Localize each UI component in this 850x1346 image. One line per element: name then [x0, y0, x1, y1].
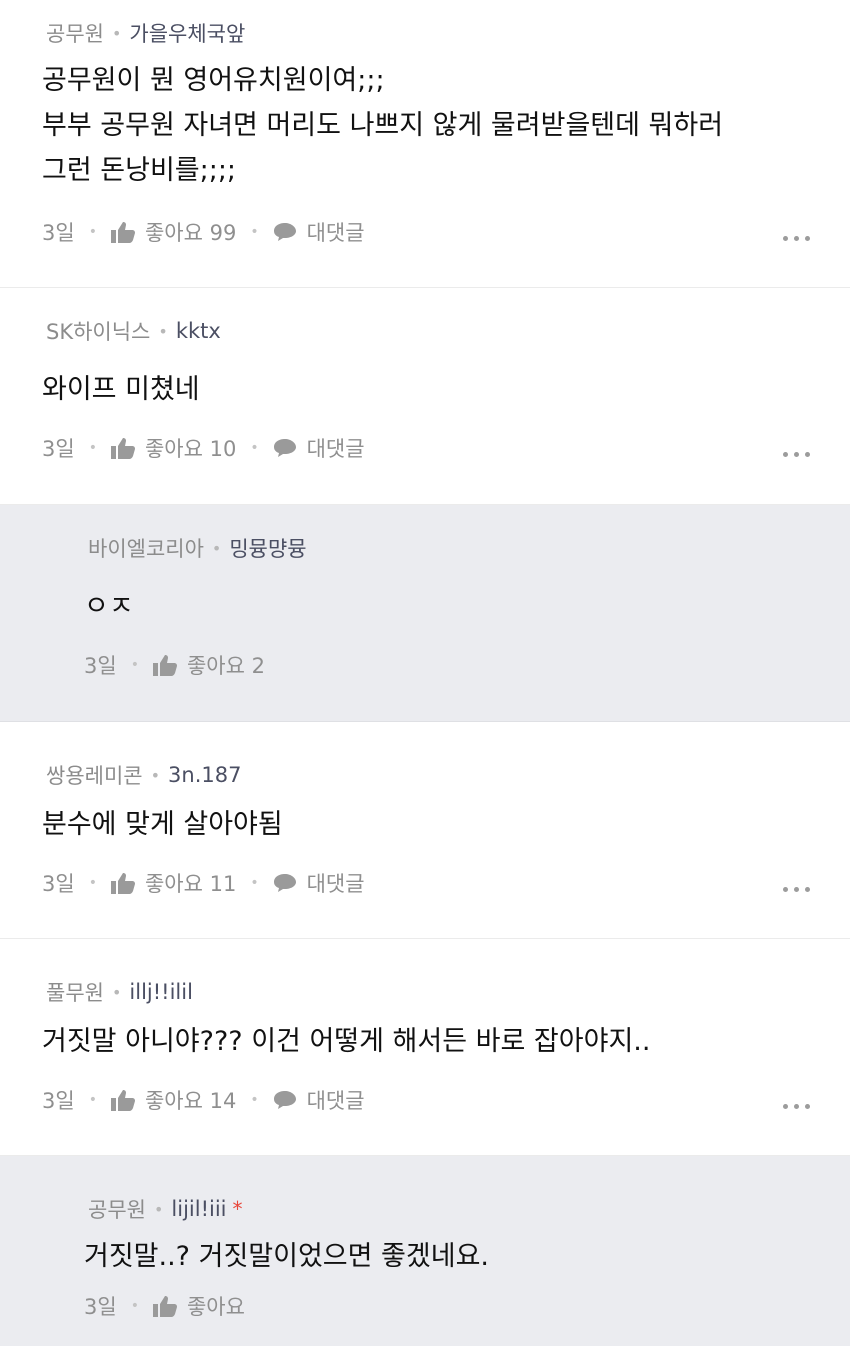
- like-button[interactable]: 좋아요: [187, 1291, 245, 1321]
- reply-button[interactable]: 대댓글: [307, 1085, 365, 1115]
- like-button[interactable]: 좋아요 14: [145, 1085, 236, 1115]
- meta-separator: •: [211, 538, 222, 558]
- comment-nickname[interactable]: 3n.187: [168, 763, 241, 787]
- comment-nickname[interactable]: lijil!iii: [171, 1197, 226, 1221]
- comment-body: 거짓말 아니야??? 이건 어떻게 해서든 바로 잡아야지..: [42, 1026, 651, 1057]
- reply-button[interactable]: 대댓글: [307, 433, 365, 463]
- meta-separator: •: [111, 982, 122, 1002]
- meta-separator: •: [88, 875, 97, 891]
- comment-time: 3일: [84, 1295, 117, 1319]
- meta-separator: •: [88, 224, 97, 240]
- more-dots-icon[interactable]: [783, 452, 810, 457]
- author-badge: *: [232, 1197, 243, 1221]
- comment-body: 공무원이 뭔 영어유치원이여;;; 부부 공무원 자녀면 머리도 나쁘지 않게 …: [42, 65, 724, 186]
- meta-separator: •: [130, 657, 139, 673]
- meta-separator: •: [250, 875, 259, 891]
- like-button[interactable]: 좋아요 10: [145, 433, 236, 463]
- meta-separator: •: [250, 224, 259, 240]
- thumbs-up-icon[interactable]: [152, 1295, 177, 1317]
- thumbs-up-icon[interactable]: [110, 872, 135, 894]
- thumbs-up-icon[interactable]: [110, 437, 135, 459]
- speech-bubble-icon[interactable]: [273, 1089, 297, 1111]
- comment-company: 풀무원: [46, 981, 104, 1005]
- comment-time: 3일: [84, 654, 117, 678]
- comment-nickname[interactable]: 가을우체국앞: [129, 18, 245, 48]
- thumbs-up-icon[interactable]: [110, 1089, 135, 1111]
- comment-time: 3일: [42, 872, 75, 896]
- meta-separator: •: [88, 440, 97, 456]
- meta-separator: •: [130, 1298, 139, 1314]
- reply-item: 바이엘코리아 • 밍뮹먕뮹 ㅇㅈ 3일 • 좋아요 2: [0, 505, 850, 722]
- meta-separator: •: [111, 23, 122, 43]
- speech-bubble-icon[interactable]: [273, 221, 297, 243]
- more-dots-icon[interactable]: [783, 1104, 810, 1109]
- comment-body: 분수에 맞게 살아야됨: [42, 809, 283, 840]
- meta-separator: •: [250, 1092, 259, 1108]
- comment-item: 공무원 • 가을우체국앞 공무원이 뭔 영어유치원이여;;; 부부 공무원 자녀…: [0, 0, 850, 288]
- comment-item: 풀무원 • illj!!ilil 거짓말 아니야??? 이건 어떻게 해서든 바…: [0, 939, 850, 1156]
- comment-company: 공무원: [46, 22, 104, 46]
- more-dots-icon[interactable]: [783, 236, 810, 241]
- speech-bubble-icon[interactable]: [273, 872, 297, 894]
- comment-nickname[interactable]: kktx: [176, 319, 221, 343]
- meta-separator: •: [153, 1199, 164, 1219]
- reply-button[interactable]: 대댓글: [307, 868, 365, 898]
- meta-separator: •: [158, 321, 168, 341]
- meta-separator: •: [150, 765, 161, 785]
- thumbs-up-icon[interactable]: [110, 221, 135, 243]
- comment-company: SK하이닉스: [46, 320, 151, 344]
- comment-item: SK하이닉스 • kktx 와이프 미쳤네 3일 • 좋아요 10 • 대댓글: [0, 288, 850, 505]
- reply-button[interactable]: 대댓글: [307, 217, 365, 247]
- comment-time: 3일: [42, 437, 75, 461]
- comment-company: 공무원: [88, 1198, 146, 1222]
- comment-body: 와이프 미쳤네: [42, 374, 200, 405]
- reply-item: 공무원 • lijil!iii * 거짓말..? 거짓말이었으면 좋겠네요. 3…: [0, 1156, 850, 1346]
- like-button[interactable]: 좋아요 99: [145, 217, 236, 247]
- speech-bubble-icon[interactable]: [273, 437, 297, 459]
- more-dots-icon[interactable]: [783, 887, 810, 892]
- comment-nickname[interactable]: illj!!ilil: [129, 980, 193, 1004]
- comment-nickname[interactable]: 밍뮹먕뮹: [229, 533, 306, 563]
- comment-company: 바이엘코리아: [88, 537, 204, 561]
- meta-separator: •: [88, 1092, 97, 1108]
- thumbs-up-icon[interactable]: [152, 654, 177, 676]
- like-button[interactable]: 좋아요 2: [187, 650, 265, 680]
- like-button[interactable]: 좋아요 11: [145, 868, 236, 898]
- comment-body: 거짓말..? 거짓말이었으면 좋겠네요.: [84, 1241, 490, 1272]
- comment-time: 3일: [42, 221, 75, 245]
- comment-item: 쌍용레미콘 • 3n.187 분수에 맞게 살아야됨 3일 • 좋아요 11 •…: [0, 722, 850, 939]
- comment-body: ㅇㅈ: [84, 591, 134, 622]
- comment-company: 쌍용레미콘: [46, 764, 143, 788]
- comment-time: 3일: [42, 1089, 75, 1113]
- meta-separator: •: [250, 440, 259, 456]
